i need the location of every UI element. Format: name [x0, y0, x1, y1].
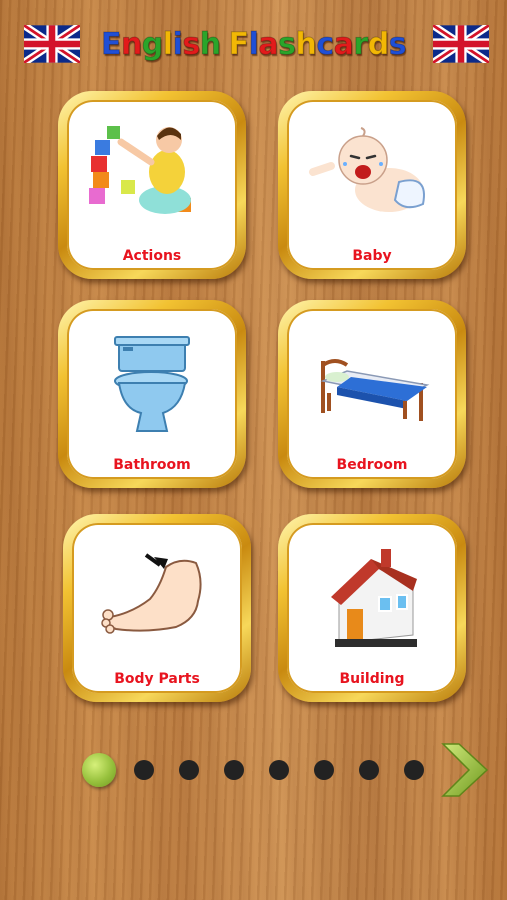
uk-flag-icon — [433, 25, 489, 63]
category-card-bedroom[interactable]: Bedroom — [278, 300, 466, 488]
category-card-actions[interactable]: Actions — [58, 91, 246, 279]
page-dot[interactable] — [134, 760, 154, 780]
title-letter: s — [388, 26, 407, 62]
title-letter — [221, 27, 229, 62]
category-label: Building — [339, 671, 405, 687]
page-indicator — [82, 752, 432, 788]
title-letter: E — [100, 26, 122, 62]
page-dot[interactable] — [404, 760, 424, 780]
next-page-arrow-icon[interactable] — [437, 738, 493, 802]
foot-icon — [86, 535, 228, 653]
title-letter: g — [141, 26, 163, 62]
app-title: English Flashcards — [88, 22, 419, 66]
title-letter: a — [258, 26, 279, 62]
category-card-bathroom[interactable]: Bathroom — [58, 300, 246, 488]
crying-baby-icon — [301, 112, 443, 230]
category-label: Bathroom — [113, 457, 191, 473]
title-letter: d — [367, 26, 389, 62]
title-letter: F — [228, 26, 250, 62]
page-dot[interactable] — [269, 760, 289, 780]
title-letter: s — [278, 26, 297, 62]
title-letter: n — [120, 26, 142, 62]
title-letter: l — [162, 26, 173, 62]
page-dot[interactable] — [179, 760, 199, 780]
title-letter: i — [172, 26, 183, 62]
category-card-baby[interactable]: Baby — [278, 91, 466, 279]
category-card-building[interactable]: Building — [278, 514, 466, 702]
category-label: Body Parts — [114, 671, 200, 687]
category-label: Actions — [122, 248, 182, 264]
category-label: Bedroom — [336, 457, 408, 473]
title-letter: h — [199, 26, 221, 62]
page-dot-active[interactable] — [82, 753, 116, 787]
title-letter: c — [316, 26, 335, 62]
page-dot[interactable] — [224, 760, 244, 780]
title-letter: r — [353, 26, 369, 62]
house-icon — [301, 535, 443, 653]
baby-playing-blocks-icon — [81, 112, 223, 230]
bed-icon — [301, 321, 443, 439]
category-card-body-parts[interactable]: Body Parts — [63, 514, 251, 702]
title-letter: h — [295, 26, 317, 62]
title-letter: a — [333, 26, 354, 62]
page-dot[interactable] — [359, 760, 379, 780]
title-letter: s — [182, 26, 201, 62]
category-label: Baby — [352, 248, 392, 264]
uk-flag-icon — [24, 25, 80, 63]
page-dot[interactable] — [314, 760, 334, 780]
title-letter: l — [248, 26, 259, 62]
toilet-icon — [81, 321, 223, 439]
